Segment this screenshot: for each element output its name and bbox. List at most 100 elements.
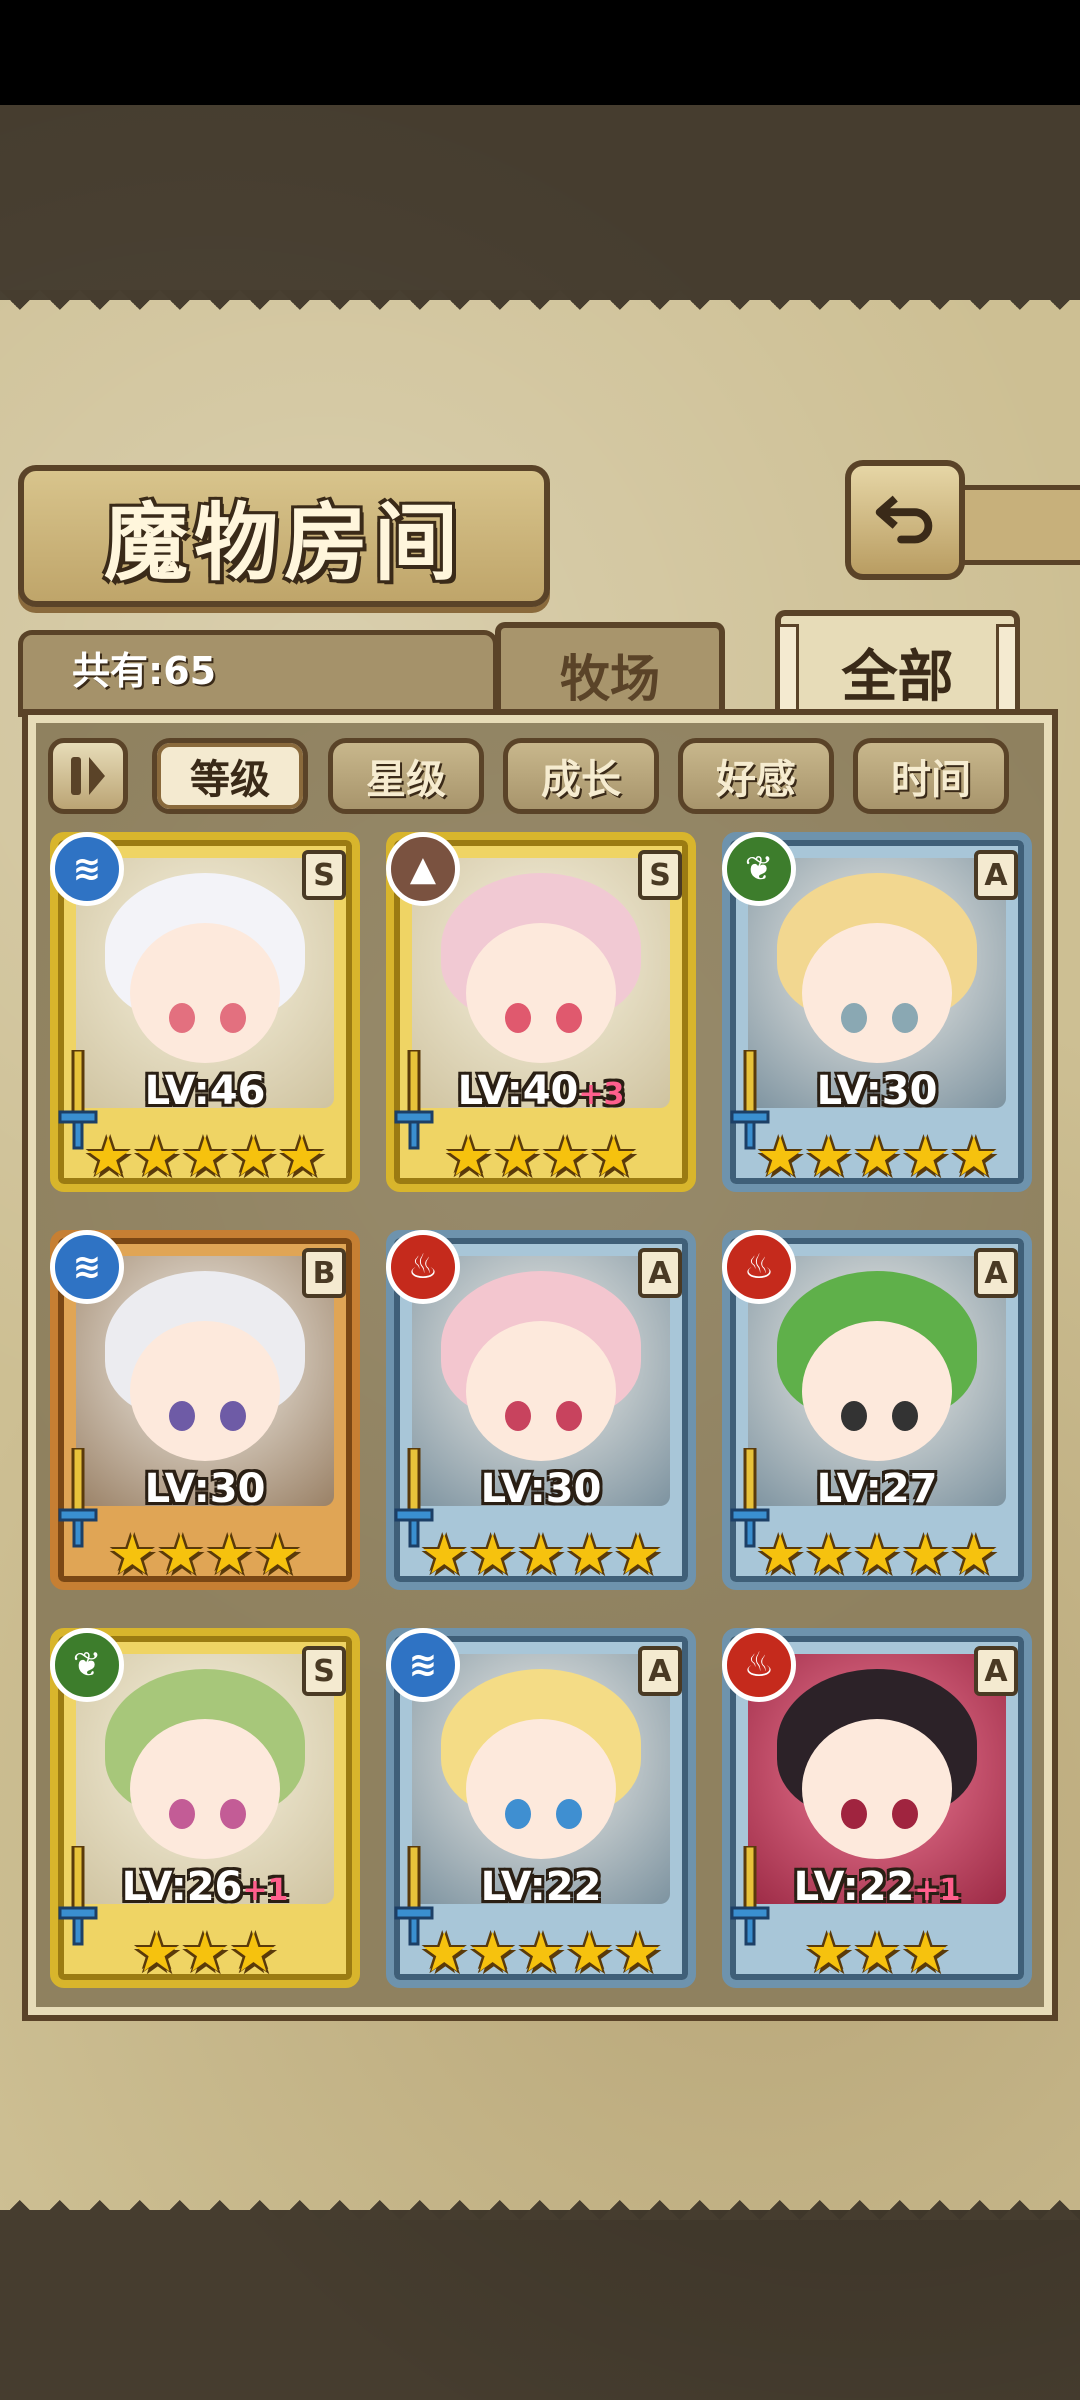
- monster-level: LV:30: [730, 1068, 1024, 1114]
- star-rating: ★★★: [58, 1922, 352, 1984]
- monster-eye: [168, 1401, 195, 1431]
- star-icons: ★★★★★: [755, 1125, 999, 1188]
- pause-bar-icon: [71, 757, 81, 795]
- star-icons: ★★★★★: [419, 1523, 663, 1586]
- leaf-element-icon: ❦: [50, 1628, 124, 1702]
- star-rating: ★★★★: [58, 1524, 352, 1586]
- monster-face: [802, 1719, 952, 1859]
- star-icons: ★★★★★: [83, 1125, 327, 1188]
- monster-face: [802, 923, 952, 1063]
- level-text: LV:40: [457, 1068, 579, 1114]
- monster-card[interactable]: ▲ S LV:40+3 ★★★★: [386, 832, 696, 1192]
- status-bar: [0, 0, 1080, 105]
- monster-eye: [168, 1003, 195, 1033]
- level-bonus: +1: [242, 1873, 289, 1908]
- monster-card[interactable]: ❦ S LV:26+1 ★★★: [50, 1628, 360, 1988]
- monster-card[interactable]: ≋ S LV:46 ★★★★★: [50, 832, 360, 1192]
- filter-star-button[interactable]: 星级: [328, 738, 484, 814]
- play-triangle-icon: [89, 757, 105, 795]
- parchment-edge-bottom: [0, 2180, 1080, 2220]
- rank-badge: S: [302, 850, 346, 900]
- monster-level: LV:22+1: [730, 1864, 1024, 1910]
- level-text: LV:22: [793, 1864, 915, 1910]
- level-text: LV:30: [816, 1068, 938, 1114]
- page-title-plate: 魔物房间: [18, 465, 550, 607]
- level-text: LV:30: [144, 1466, 266, 1512]
- monster-level: LV:26+1: [58, 1864, 352, 1910]
- tab-all[interactable]: 全部: [775, 610, 1020, 728]
- water-element-icon: ≋: [50, 1230, 124, 1304]
- star-rating: ★★★★★: [730, 1524, 1024, 1586]
- star-icons: ★★★: [804, 1921, 950, 1984]
- monster-card[interactable]: ♨ A LV:22+1 ★★★: [722, 1628, 1032, 1988]
- sort-order-toggle-button[interactable]: [48, 738, 128, 814]
- rank-badge: A: [638, 1248, 682, 1298]
- rank-badge: A: [974, 850, 1018, 900]
- star-icons: ★★★★: [108, 1523, 302, 1586]
- monster-eye: [168, 1799, 195, 1829]
- star-rating: ★★★: [730, 1922, 1024, 1984]
- monster-eye: [504, 1003, 531, 1033]
- monster-face: [130, 1321, 280, 1461]
- rank-badge: A: [974, 1248, 1018, 1298]
- rank-badge: S: [302, 1646, 346, 1696]
- filter-time-button[interactable]: 时间: [853, 738, 1009, 814]
- monster-face: [466, 1321, 616, 1461]
- rank-badge: A: [974, 1646, 1018, 1696]
- monster-face: [466, 1719, 616, 1859]
- filter-level-button[interactable]: 等级: [152, 738, 308, 814]
- star-rating: ★★★★★: [394, 1524, 688, 1586]
- water-element-icon: ≋: [386, 1628, 460, 1702]
- monster-face: [466, 923, 616, 1063]
- star-rating: ★★★★★: [58, 1126, 352, 1188]
- monster-card[interactable]: ♨ A LV:30 ★★★★★: [386, 1230, 696, 1590]
- monster-eye: [840, 1799, 867, 1829]
- tab-ranch[interactable]: 牧场: [495, 622, 725, 722]
- monster-eye: [504, 1401, 531, 1431]
- parchment-edge-top: [0, 290, 1080, 330]
- star-rating: ★★★★: [394, 1126, 688, 1188]
- monster-eye: [840, 1003, 867, 1033]
- level-text: LV:22: [480, 1864, 602, 1910]
- star-rating: ★★★★★: [730, 1126, 1024, 1188]
- water-element-icon: ≋: [50, 832, 124, 906]
- monster-level: LV:40+3: [394, 1068, 688, 1114]
- monster-card[interactable]: ≋ B LV:30 ★★★★: [50, 1230, 360, 1590]
- fire-element-icon: ♨: [722, 1628, 796, 1702]
- monster-card[interactable]: ♨ A LV:27 ★★★★★: [722, 1230, 1032, 1590]
- leaf-element-icon: ❦: [722, 832, 796, 906]
- filter-growth-button[interactable]: 成长: [503, 738, 659, 814]
- back-rail: [945, 485, 1080, 565]
- back-arrow-icon: [875, 495, 933, 544]
- star-icons: ★★★★★: [419, 1921, 663, 1984]
- level-text: LV:26: [121, 1864, 243, 1910]
- level-text: LV:27: [816, 1466, 938, 1512]
- rank-badge: S: [638, 850, 682, 900]
- filter-affection-button[interactable]: 好感: [678, 738, 834, 814]
- rank-badge: B: [302, 1248, 346, 1298]
- monster-eye: [840, 1401, 867, 1431]
- monster-level: LV:22: [394, 1864, 688, 1910]
- star-rating: ★★★★★: [394, 1922, 688, 1984]
- level-bonus: +3: [578, 1077, 625, 1112]
- level-bonus: +1: [914, 1873, 961, 1908]
- monster-level: LV:30: [394, 1466, 688, 1512]
- monster-eye: [504, 1799, 531, 1829]
- level-text: LV:46: [144, 1068, 266, 1114]
- fire-element-icon: ♨: [722, 1230, 796, 1304]
- monster-level: LV:46: [58, 1068, 352, 1114]
- star-icons: ★★★★★: [755, 1523, 999, 1586]
- fire-element-icon: ♨: [386, 1230, 460, 1304]
- monster-card[interactable]: ❦ A LV:30 ★★★★★: [722, 832, 1032, 1192]
- star-icons: ★★★★: [444, 1125, 638, 1188]
- monster-level: LV:30: [58, 1466, 352, 1512]
- monster-face: [802, 1321, 952, 1461]
- earth-element-icon: ▲: [386, 832, 460, 906]
- level-text: LV:30: [480, 1466, 602, 1512]
- monster-card[interactable]: ≋ A LV:22 ★★★★★: [386, 1628, 696, 1988]
- monster-face: [130, 1719, 280, 1859]
- back-button-group: [845, 455, 1080, 585]
- page-title: 魔物房间: [103, 492, 464, 592]
- back-button[interactable]: [845, 460, 965, 580]
- monster-count: 共有:65: [72, 649, 217, 693]
